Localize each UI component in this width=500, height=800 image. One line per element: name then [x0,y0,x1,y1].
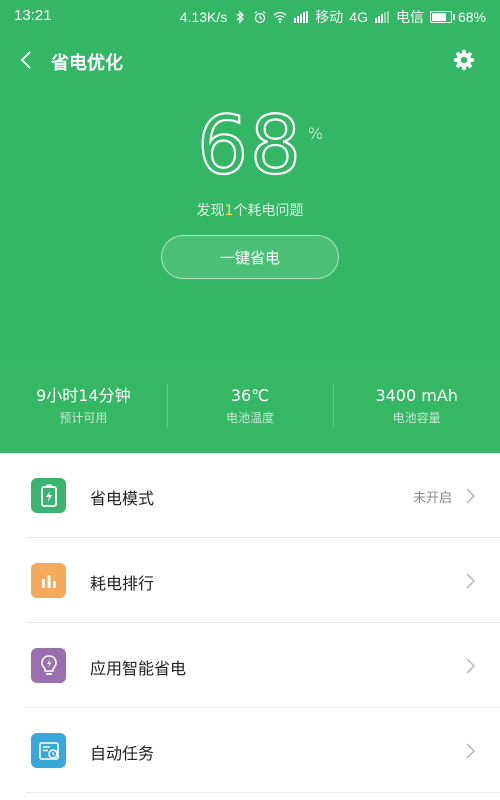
status-bar: 13:21 4.13K/s 移动 4G 电信 68% [0,0,500,32]
stat-capacity: 3400 mAh 电池容量 [333,358,500,453]
battery-optimization-screen: 13:21 4.13K/s 移动 4G 电信 68% 省电优化 68 % 发现1… [0,0,500,800]
battery-level-fill [431,13,446,21]
chevron-right-icon [466,658,476,674]
bar-chart-icon [31,563,66,598]
hd-signal-icon [294,11,309,23]
issue-summary: 发现1个耗电问题 [0,200,500,220]
settings-list: 省电模式 未开启 耗电排行 应用智能省电 自动任务 [0,453,500,793]
battery-icon [429,11,455,23]
battery-bolt-icon [31,478,66,513]
battery-percent-display: 68 % [0,98,500,192]
issue-suffix: 个耗电问题 [233,203,304,219]
alarm-icon [254,11,266,24]
issue-prefix: 发现 [196,203,225,219]
list-item-value: 未开启 [412,491,452,506]
status-time: 13:21 [14,7,52,24]
carrier-2: 电信 [395,9,424,25]
list-item-label: 省电模式 [90,489,155,508]
battery-percent-unit: % [307,124,325,143]
title-bar: 省电优化 [0,40,500,80]
list-item-smart-app-saving[interactable]: 应用智能省电 [0,623,500,708]
lightbulb-icon [31,648,66,683]
chevron-left-icon [20,51,31,69]
stat-temperature: 36℃ 电池温度 [166,358,334,453]
carrier-1: 移动 [315,9,344,25]
one-click-save-button[interactable]: 一键省电 [161,235,339,279]
chevron-right-icon [466,573,476,589]
stat-label: 预计可用 [59,410,108,425]
chevron-right-icon [466,743,476,759]
stat-value: 3400 mAh [375,385,458,405]
status-right: 4.13K/s 移动 4G 电信 68% [174,7,486,27]
network-type: 4G [349,9,368,25]
settings-button[interactable] [450,46,478,74]
task-clock-icon [31,733,66,768]
list-item-power-saving-mode[interactable]: 省电模式 未开启 [0,453,500,538]
list-item-label: 耗电排行 [90,574,155,593]
stat-label: 电池温度 [226,410,275,425]
back-button[interactable] [12,46,40,74]
stat-remaining-time: 9小时14分钟 预计可用 [0,358,167,453]
wifi-icon [273,11,287,23]
stat-value: 9小时14分钟 [36,385,131,405]
list-item-power-ranking[interactable]: 耗电排行 [0,538,500,623]
gear-icon [453,49,475,71]
stat-label: 电池容量 [392,410,441,425]
stat-value: 36℃ [230,385,270,405]
battery-percent-value: 68 [196,98,303,192]
bluetooth-icon [236,10,245,24]
chevron-right-icon [466,488,476,504]
battery-percent-status: 68% [457,9,486,25]
battery-stats: 9小时14分钟 预计可用 36℃ 电池温度 3400 mAh 电池容量 [0,358,500,453]
battery-percent: 68 % [196,98,323,192]
signal-icon [374,11,389,23]
list-item-auto-task[interactable]: 自动任务 [0,708,500,793]
page-title: 省电优化 [51,53,123,74]
list-item-label: 自动任务 [90,744,155,763]
network-speed: 4.13K/s [179,9,228,25]
list-item-label: 应用智能省电 [90,659,187,678]
